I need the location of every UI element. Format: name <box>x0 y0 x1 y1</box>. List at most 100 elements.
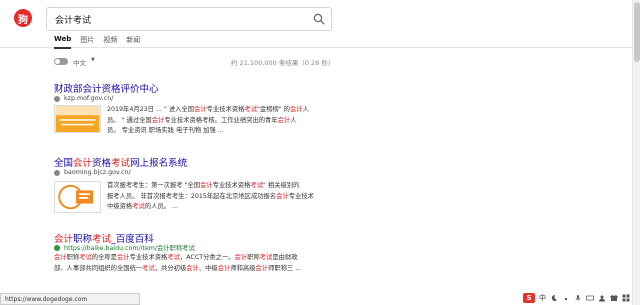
highlighted-keyword: 会计 <box>186 264 199 272</box>
highlighted-keyword: 会计 <box>289 106 303 113</box>
text-segment: 的全称是 <box>91 254 117 261</box>
result-snippet: 2019年4月23日 ... " 进入全国会计专业技术资格考试"金榜榜" 的会计… <box>107 105 309 137</box>
highlighted-keyword: 会计 <box>255 264 269 272</box>
safe-search-toggle[interactable] <box>54 58 68 65</box>
highlighted-keyword: 会计 <box>116 254 130 261</box>
highlighted-keyword: 会计 <box>151 116 165 124</box>
header: 狗 Web 图片 视频 新闻 <box>0 0 632 49</box>
text-segment: 全国 <box>54 158 74 169</box>
moon-icon[interactable] <box>550 294 558 302</box>
result-thumbnail[interactable] <box>54 105 101 133</box>
text-segment: ，共分初级 <box>154 264 187 272</box>
search-result: 会计职称考试_百度百科 https://baike.baidu.com/item… <box>54 231 364 286</box>
tab-images[interactable]: 图片 <box>80 35 94 49</box>
shirt-icon[interactable] <box>610 294 618 302</box>
highlighted-keyword: 考试 <box>167 254 180 261</box>
logo[interactable]: 狗 <box>14 9 32 27</box>
globe-icon <box>54 95 60 102</box>
search-box[interactable] <box>46 7 332 31</box>
chevron-down-icon[interactable]: ▼ <box>91 57 95 63</box>
result-url-text: kzp.mof.gov.cn/ <box>64 95 114 102</box>
result-title[interactable]: 财政部会计资格评价中心 <box>54 81 364 95</box>
search-tabs: Web 图片 视频 新闻 <box>54 35 140 49</box>
text-segment: 员。 " 通过全国 <box>107 116 152 124</box>
highlighted-keyword: 考试 <box>259 254 273 261</box>
text-segment: 2019年4月23日 ... " 进入全国 <box>107 106 195 113</box>
text-segment: " 相关级别的 <box>263 182 300 189</box>
snippet-line: 首次报考考生：第一次报考 "全国会计专业技术资格考试" 相关级别的 <box>107 181 314 192</box>
highlighted-keyword: 考试 <box>142 264 155 272</box>
snippet-line: 员。 " 通过全国会计专业技术资格考核。工作业绩突出的青年会计人 <box>107 116 309 127</box>
highlighted-keyword: 考试 <box>250 182 264 189</box>
text-segment: 专业技术资格 <box>129 254 168 261</box>
text-segment: 中级资格 <box>107 203 133 210</box>
grid-icon[interactable] <box>622 294 630 302</box>
text-segment: 员。 专业资讯 职场实践 电子刊物 加强 ... <box>107 127 224 134</box>
search-input[interactable] <box>55 11 305 27</box>
result-url-text: https://baike.baidu.com/item/会计职称考试 <box>64 245 195 252</box>
globe-icon <box>54 244 60 251</box>
ime-tray: S 中 <box>523 292 630 304</box>
result-thumbnail[interactable] <box>54 181 101 213</box>
tab-web[interactable]: Web <box>54 35 72 49</box>
scrollbar[interactable] <box>632 0 640 305</box>
highlighted-keyword: 考试 <box>111 158 131 169</box>
highlighted-keyword: 考试 <box>244 106 257 113</box>
text-segment: 网上报名系统 <box>130 158 188 169</box>
text-segment: 师职称三 ... <box>268 264 302 272</box>
highlighted-keyword: 考试 <box>132 203 145 210</box>
text-segment: 首次报考考生：第一次报考 "全国 <box>107 182 201 189</box>
tab-news[interactable]: 新闻 <box>126 35 140 49</box>
text-segment: 专业技术资格 <box>212 182 251 189</box>
text-segment: 职称 <box>66 254 80 261</box>
text-segment: 部、人事部共同组织的全国统一 <box>54 264 143 272</box>
mic-icon[interactable] <box>574 294 582 302</box>
result-snippet: 会计职称考试的全称是会计专业技术资格考试，ACCT分类之一。会计职称考试是由财政… <box>54 253 301 274</box>
highlighted-keyword: 会计 <box>73 158 93 169</box>
text-segment: ，ACCT分类之一。 <box>179 254 235 261</box>
text-segment: "金榜榜" 的 <box>257 106 290 113</box>
search-result: 财政部会计资格评价中心 kzp.mof.gov.cn/ 2019年4月23日 .… <box>54 81 364 141</box>
search-result: 全国会计资格考试网上报名系统 baoming.bjcz.gov.cn/ 首次报考… <box>54 155 364 215</box>
scroll-thumb[interactable] <box>634 2 640 62</box>
snippet-line: 报考人员。 非首次报考考生：2015年起在北京地区成功报名会计专业技术 <box>107 192 314 203</box>
result-stats: 约 21,100,000 条结果（0.28 秒） <box>231 59 335 67</box>
result-url[interactable]: kzp.mof.gov.cn/ <box>54 95 113 102</box>
text-segment: 专业技术 <box>288 192 314 200</box>
text-segment: 人 <box>302 106 309 113</box>
snippet-line: 员。 专业资讯 职场实践 电子刊物 加强 ... <box>107 126 309 137</box>
result-url[interactable]: https://baike.baidu.com/item/会计职称考试 <box>54 243 195 252</box>
dot-icon[interactable] <box>562 294 570 302</box>
text-segment: 专业技术资格考核。工作业绩突出的青年 <box>164 116 278 124</box>
language-select[interactable]: 中文 <box>73 57 86 67</box>
tab-videos[interactable]: 视频 <box>103 35 117 49</box>
highlighted-keyword: 会计 <box>194 106 207 113</box>
search-icon[interactable] <box>313 13 325 25</box>
text-segment: 专业技术资格 <box>206 106 245 113</box>
snippet-line: 会计职称考试的全称是会计专业技术资格考试，ACCT分类之一。会计职称考试是由财政 <box>54 253 301 264</box>
highlighted-keyword: 会计 <box>54 254 67 261</box>
toggle-knob <box>55 59 60 64</box>
highlighted-keyword: 会计 <box>234 254 248 261</box>
snippet-line: 部、人事部共同组织的全国统一考试，共分初级会计、中级会计师和高级会计师职称三 .… <box>54 264 301 275</box>
user-icon[interactable] <box>598 294 606 302</box>
status-bar: https://www.dogedoge.com <box>0 293 140 305</box>
highlighted-keyword: 会计 <box>217 264 231 272</box>
text-segment: 、中级 <box>198 264 218 272</box>
text-segment: 的人员。 ... <box>144 203 178 210</box>
result-url-text: baoming.bjcz.gov.cn/ <box>64 169 131 176</box>
snippet-line: 2019年4月23日 ... " 进入全国会计专业技术资格考试"金榜榜" 的会计… <box>107 105 309 116</box>
ime-lang-label[interactable]: 中 <box>539 293 546 303</box>
result-title[interactable]: 全国会计资格考试网上报名系统 <box>54 155 364 169</box>
snippet-line: 中级资格考试的人员。 ... <box>107 202 314 213</box>
highlighted-keyword: 会计 <box>276 192 289 200</box>
result-url[interactable]: baoming.bjcz.gov.cn/ <box>54 169 131 176</box>
text-segment: 师和高级 <box>230 264 256 272</box>
globe-icon <box>54 169 60 176</box>
text-segment: 人 <box>290 116 297 124</box>
text-segment: 是由财政 <box>272 254 298 261</box>
result-snippet: 首次报考考生：第一次报考 "全国会计专业技术资格考试" 相关级别的 报考人员。 非… <box>107 181 314 213</box>
highlighted-keyword: 会计 <box>277 116 291 124</box>
keyboard-icon[interactable] <box>586 294 594 302</box>
sogou-ime-icon[interactable]: S <box>523 293 535 303</box>
